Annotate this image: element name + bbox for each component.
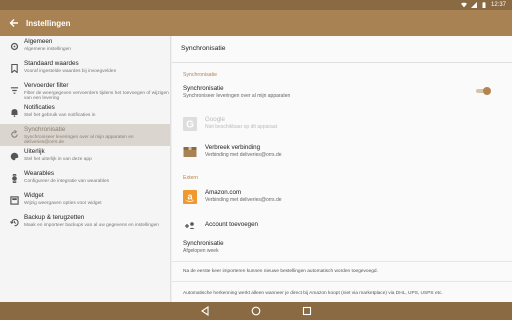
google-title: Google bbox=[205, 116, 225, 123]
sync-toggle-row[interactable]: Synchronisatie Synchroniseer leveringen … bbox=[183, 85, 503, 99]
back-arrow-icon[interactable] bbox=[8, 17, 20, 29]
restore-icon bbox=[10, 218, 19, 227]
svg-text:G: G bbox=[186, 120, 194, 131]
divider bbox=[172, 62, 512, 63]
sidebar-item-description: Wijzig weergaven opties voor widget bbox=[24, 200, 102, 206]
sidebar-item-backup[interactable]: Backup & terugzetten Maak en importeer ba… bbox=[0, 212, 170, 234]
sidebar-item-uiterlijk[interactable]: Uiterlijk Stel het uiterlijk in van deze … bbox=[0, 146, 170, 168]
sidebar-item-label: Algemeen bbox=[24, 38, 53, 45]
amazon-title: Amazon.com bbox=[205, 189, 242, 196]
app-bar: Instellingen bbox=[0, 10, 512, 36]
info-note-amazon: Automatische herkenning werkt alleen wan… bbox=[183, 291, 443, 296]
divider bbox=[172, 261, 512, 262]
sidebar-item-synchronisatie[interactable]: Synchronisatie Synchroniseer leveringen o… bbox=[0, 124, 170, 146]
system-navigation-bar bbox=[0, 302, 512, 320]
google-icon: G bbox=[183, 117, 197, 131]
content-title: Synchronisatie bbox=[181, 45, 226, 52]
sidebar-item-standaard-waardes[interactable]: Standaard waardes Vooraf ingestelde waard… bbox=[0, 58, 170, 80]
sidebar-item-description: Vooraf ingestelde waardes bij invoegveld… bbox=[24, 68, 117, 74]
google-description: Niet beschikbaar op dit apparaat bbox=[205, 124, 277, 130]
sidebar-item-notificaties[interactable]: Notificaties Stel het gebruik van notific… bbox=[0, 102, 170, 124]
sidebar-item-label: Vervoerder filter bbox=[24, 82, 69, 89]
wifi-icon bbox=[460, 2, 467, 8]
sync-toggle-description: Synchroniseer leveringen over al mijn ap… bbox=[183, 93, 291, 99]
sidebar-item-description: Algemene instellingen bbox=[24, 46, 71, 52]
sidebar-item-label: Backup & terugzetten bbox=[24, 214, 85, 221]
sidebar-item-widget[interactable]: Widget Wijzig weergaven opties voor widge… bbox=[0, 190, 170, 212]
page-title: Instellingen bbox=[26, 18, 71, 28]
bell-icon bbox=[11, 109, 18, 117]
sync-icon bbox=[11, 130, 18, 138]
filter-icon bbox=[10, 87, 19, 94]
orrs-box-icon bbox=[183, 147, 197, 157]
add-account-icon bbox=[185, 222, 195, 229]
widget-icon bbox=[10, 196, 19, 205]
nav-back-icon[interactable] bbox=[200, 306, 210, 316]
sidebar-item-vervoerder-filter[interactable]: Vervoerder filter Filter de weergegeven v… bbox=[0, 80, 170, 102]
sidebar-item-description: Maak en importeer backups van al uw gege… bbox=[24, 222, 159, 228]
sidebar-item-description: Synchroniseer leveringen over al mijn ap… bbox=[24, 134, 134, 145]
settings-sidebar: Algemeen Algemene instellingen Standaard … bbox=[0, 36, 171, 302]
sync-period-value: Afgelopen week bbox=[183, 248, 219, 254]
sync-period-row[interactable]: Synchronisatie Afgelopen week bbox=[183, 240, 503, 254]
status-bar: 12:37 bbox=[0, 0, 512, 10]
amazon-icon: a bbox=[183, 190, 197, 204]
sync-switch[interactable] bbox=[476, 87, 491, 95]
info-note-import: Na de eerste keer importeren kunnen nieu… bbox=[183, 269, 378, 274]
gear-icon bbox=[10, 42, 19, 51]
sidebar-item-description: Stel het uiterlijk in van deze app bbox=[24, 156, 92, 162]
add-account-row[interactable]: Account toevoegen bbox=[183, 218, 503, 229]
sidebar-item-description: Stel het gebruik van notificaties in bbox=[24, 112, 96, 118]
disconnect-title: Verbreek verbinding bbox=[205, 144, 261, 151]
settings-detail-panel: Synchronisatie Synchronisatie Synchronis… bbox=[172, 36, 512, 302]
bookmark-icon bbox=[11, 64, 18, 73]
battery-icon bbox=[482, 2, 486, 8]
sidebar-item-label: Widget bbox=[24, 192, 44, 199]
section-header-extern: Extern bbox=[183, 175, 198, 181]
sidebar-item-label: Notificaties bbox=[24, 104, 55, 111]
sidebar-item-algemeen[interactable]: Algemeen Algemene instellingen bbox=[0, 36, 170, 58]
nav-recents-icon[interactable] bbox=[302, 306, 312, 316]
sidebar-item-label: Standaard waardes bbox=[24, 60, 79, 67]
sidebar-item-description: Configureer de integratie van wearables bbox=[24, 178, 110, 184]
disconnect-description: Verbinding met deliveries@orrs.de bbox=[205, 152, 282, 158]
disconnect-row[interactable]: Verbreek verbinding Verbinding met deliv… bbox=[183, 144, 503, 158]
sidebar-item-description: Filter de weergegeven vervoerders tijden… bbox=[24, 90, 169, 101]
divider bbox=[172, 281, 512, 282]
google-account-row: G Google Niet beschikbaar op dit apparaa… bbox=[183, 116, 503, 131]
watch-icon bbox=[11, 174, 18, 183]
palette-icon bbox=[10, 152, 19, 161]
sidebar-item-label: Uiterlijk bbox=[24, 148, 45, 155]
clock: 12:37 bbox=[490, 2, 506, 8]
nav-home-icon[interactable] bbox=[251, 306, 261, 316]
add-account-title: Account toevoegen bbox=[205, 221, 258, 228]
sync-period-title: Synchronisatie bbox=[183, 240, 224, 247]
sidebar-item-label: Wearables bbox=[24, 170, 54, 177]
signal-icon bbox=[470, 2, 477, 8]
sync-toggle-title: Synchronisatie bbox=[183, 85, 224, 92]
section-header-sync: Synchronisatie bbox=[183, 72, 218, 78]
amazon-description: Verbinding met deliveries@orrs.de bbox=[205, 197, 282, 203]
sidebar-item-label: Synchronisatie bbox=[24, 126, 66, 133]
amazon-account-row[interactable]: a Amazon.com Verbinding met deliveries@o… bbox=[183, 189, 503, 204]
sidebar-item-wearables[interactable]: Wearables Configureer de integratie van w… bbox=[0, 168, 170, 190]
